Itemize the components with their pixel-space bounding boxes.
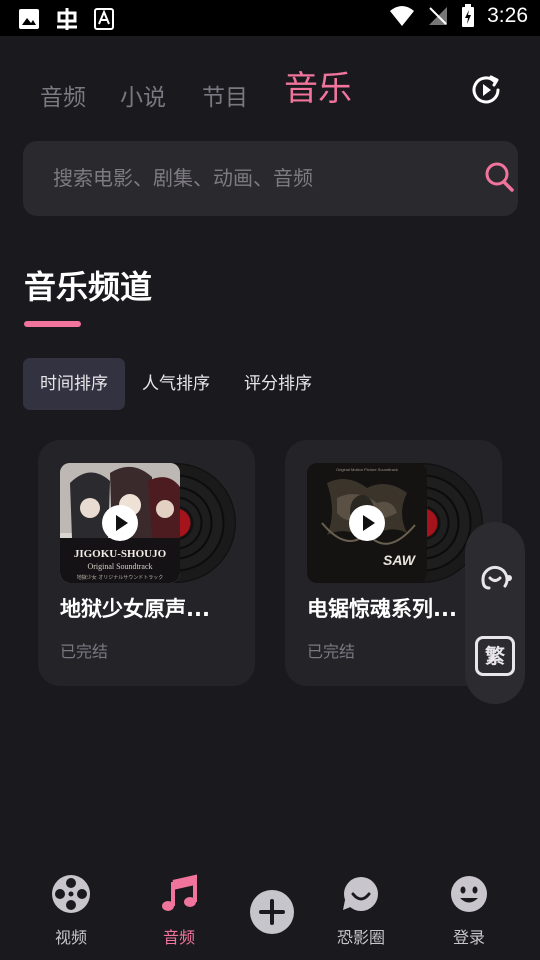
tab-program[interactable]: 节目 (202, 78, 248, 112)
add-button[interactable] (250, 890, 294, 934)
search-input[interactable] (53, 161, 443, 195)
album-status: 已完结 (60, 642, 109, 661)
tab-music[interactable]: 音乐 (284, 61, 352, 110)
section-title: 音乐频道 (24, 268, 153, 306)
smiley-face-icon (451, 876, 487, 912)
gallery-notification-icon (19, 9, 39, 29)
status-time: 3:26 (487, 4, 528, 27)
nav-horror-circle-label: 恐影圈 (336, 928, 385, 947)
bottom-nav: 视频 音频 恐影圈 登录 (0, 860, 540, 960)
album-title: 地狱少女原声... (60, 597, 210, 621)
album-cover: JIGOKU-SHOUJO Original Soundtrack 地獄少女 オ… (60, 463, 180, 583)
battery-charging-icon (462, 4, 475, 27)
nav-video-label: 视频 (54, 928, 87, 947)
search-bar (23, 141, 518, 216)
sort-by-popularity[interactable]: 人气排序 (125, 358, 227, 410)
album-card[interactable]: JIGOKU-SHOUJO Original Soundtrack 地獄少女 オ… (38, 440, 255, 686)
no-signal-icon (429, 7, 448, 25)
nav-audio[interactable]: 音频 (134, 874, 224, 948)
cover-subtitle-text: Original Motion Picture Soundtrack (336, 467, 398, 472)
tab-novel[interactable]: 小说 (120, 78, 166, 112)
wifi-icon (390, 6, 415, 26)
sort-by-rating[interactable]: 评分排序 (227, 358, 329, 410)
customer-service-icon[interactable] (475, 558, 515, 598)
nav-login[interactable]: 登录 (424, 874, 514, 948)
album-title: 电锯惊魂系列... (307, 597, 457, 621)
tab-audio[interactable]: 音频 (40, 78, 86, 112)
album-status: 已完结 (307, 642, 356, 661)
top-tabs: 音频 小说 节目 音乐 (40, 62, 440, 112)
app-notification-icon (57, 8, 77, 30)
album-cover-group: Original Motion Picture Soundtrack SAW (307, 463, 483, 583)
plus-icon (259, 899, 285, 925)
nav-audio-label: 音频 (162, 928, 195, 947)
music-note-icon (162, 874, 197, 911)
status-bar: 3:26 (0, 0, 540, 36)
play-button[interactable] (349, 505, 385, 541)
sort-by-time[interactable]: 时间排序 (23, 358, 125, 410)
floating-tool-panel: 繁 (465, 522, 525, 704)
cover-subtitle-text: Original Soundtrack (87, 562, 152, 571)
cover-title-text: SAW (383, 552, 417, 568)
film-reel-icon (52, 875, 90, 913)
traditional-chinese-toggle[interactable]: 繁 (475, 636, 515, 676)
album-cover-group: JIGOKU-SHOUJO Original Soundtrack 地獄少女 オ… (60, 463, 236, 583)
album-cover: Original Motion Picture Soundtrack SAW (307, 463, 427, 583)
smile-bubble-icon (343, 877, 378, 911)
nav-horror-circle[interactable]: 恐影圈 (316, 874, 406, 948)
cover-title-text: JIGOKU-SHOUJO (74, 548, 167, 560)
nav-video[interactable]: 视频 (26, 874, 116, 948)
font-notification-icon (94, 8, 114, 30)
play-history-icon[interactable] (466, 70, 506, 110)
nav-login-label: 登录 (452, 928, 485, 947)
cover-japanese-text: 地獄少女 オリジナルサウンドトラック (77, 574, 164, 581)
play-button[interactable] (102, 505, 138, 541)
section-title-underline (24, 321, 81, 327)
search-icon[interactable] (483, 159, 515, 195)
